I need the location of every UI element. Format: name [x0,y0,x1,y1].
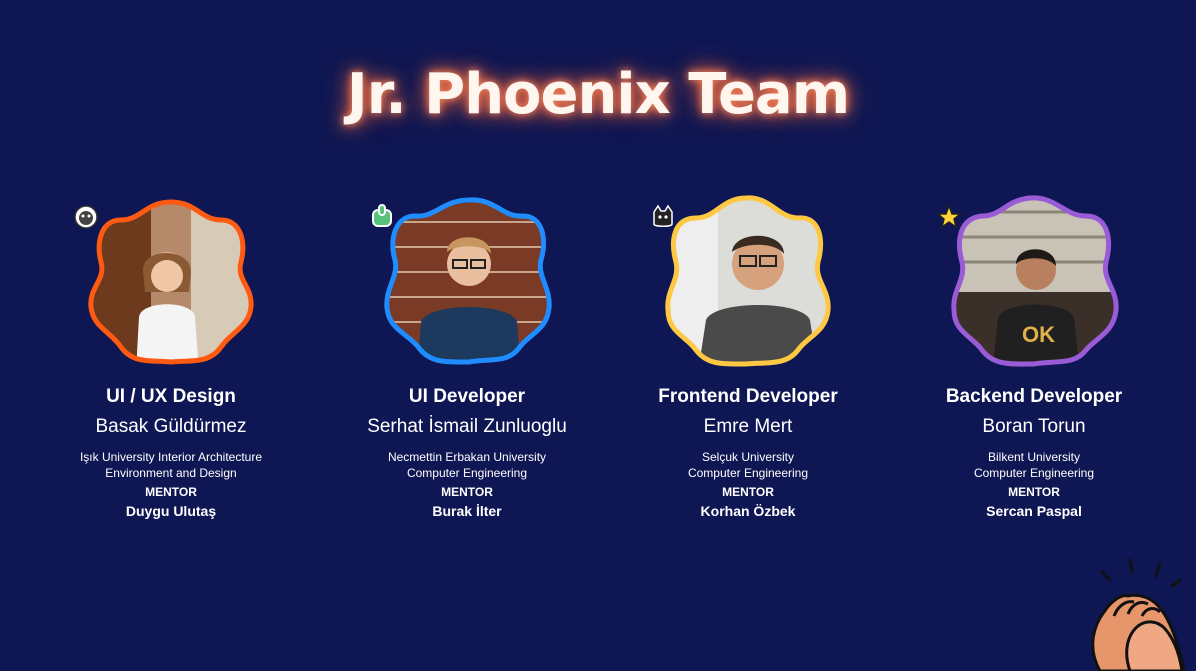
member-portrait [372,192,557,372]
member-school: Işık University Interior Architecture En… [79,450,263,480]
mentor-label: MENTOR [722,485,774,499]
member-portrait: OK [936,192,1124,372]
member-name: Basak Güldürmez [95,416,247,437]
page-title: Jr. Phoenix Team [346,62,850,127]
member-portrait [74,192,261,372]
green-hand-icon [372,204,392,227]
member-school: Necmettin Erbakan University Computer En… [387,450,547,480]
mentor-name: Burak İlter [432,503,502,519]
svg-text:OK: OK [1022,322,1055,347]
member-name: Boran Torun [982,416,1086,437]
mentor-label: MENTOR [441,485,493,499]
member-card: Frontend Developer Emre Mert Selçuk Univ… [623,192,873,520]
mentor-label: MENTOR [145,485,197,499]
member-role: UI / UX Design [106,386,236,407]
monkey-face-icon [74,205,98,229]
mentor-name: Sercan Paspal [986,503,1082,519]
member-name: Serhat İsmail Zunluoglu [367,416,567,437]
member-card: UI / UX Design Basak Güldürmez Işık Univ… [46,192,296,520]
member-school: Bilkent University Computer Engineering [973,450,1095,480]
member-role: Frontend Developer [658,386,838,407]
member-card: UI Developer Serhat İsmail Zunluoglu Nec… [342,192,592,520]
member-role: UI Developer [408,386,526,407]
mentor-name: Duygu Ulutaş [125,503,217,519]
member-card: OK Backend Developer Boran Torun Bilkent… [909,192,1159,520]
member-role: Backend Developer [945,386,1123,407]
cat-face-icon [653,204,673,227]
star-icon [936,204,962,229]
mentor-label: MENTOR [1008,485,1060,499]
member-school: Selçuk University Computer Engineering [687,450,809,480]
member-name: Emre Mert [703,416,793,437]
member-portrait [653,192,838,372]
mentor-name: Korhan Özbek [700,503,796,519]
clapping-hands-icon [1091,558,1186,671]
